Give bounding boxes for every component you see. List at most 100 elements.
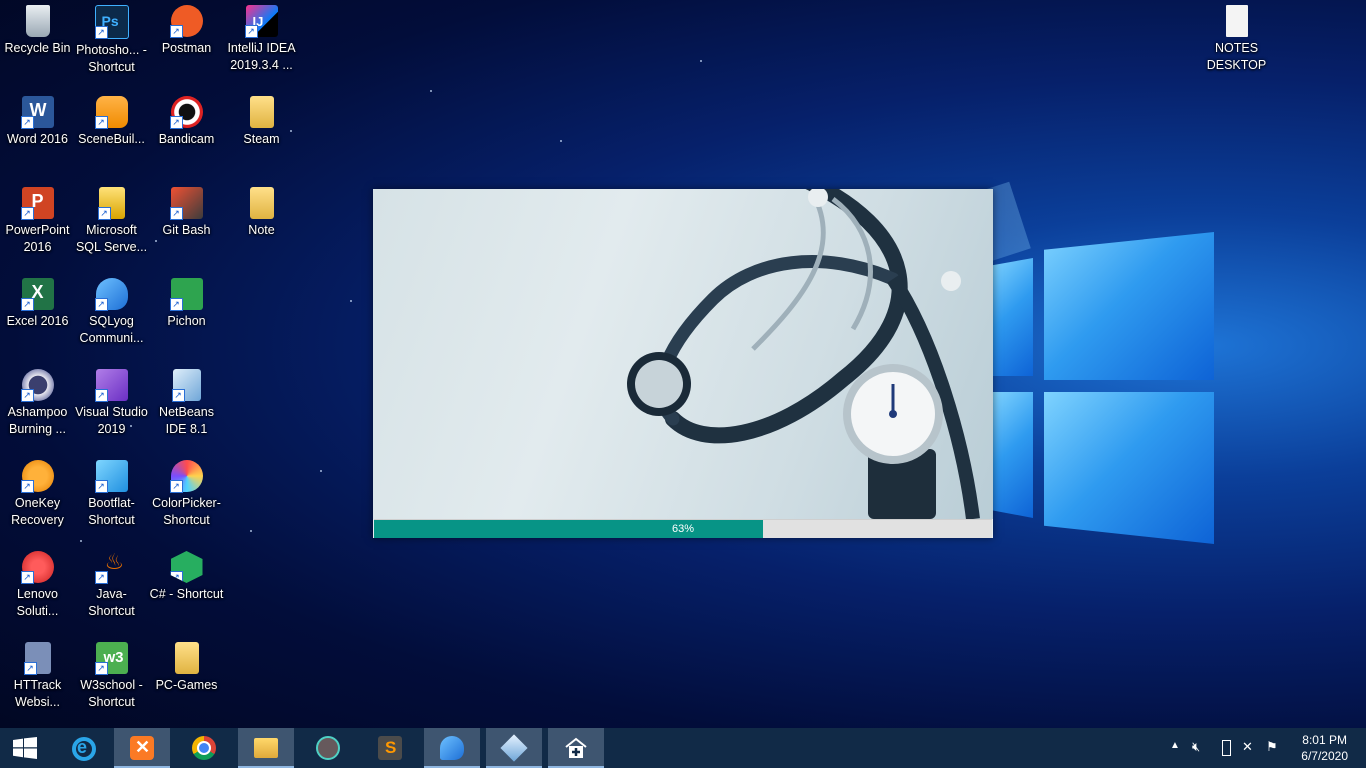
ashampoo-icon: ↗ <box>20 369 54 402</box>
icon-label: W3school - Shortcut <box>80 678 143 709</box>
system-tray: ▲ 🔇︎ ✕ ⚑ <box>1168 728 1288 768</box>
icon-label: Microsoft SQL Serve... <box>75 223 148 254</box>
desktop-icon-sql-server[interactable]: ↗ Microsoft SQL Serve... <box>74 182 149 256</box>
folder-icon <box>249 96 274 128</box>
windows-start-icon <box>13 737 37 759</box>
desktop-icon-netbeans[interactable]: ↗ NetBeans IDE 8.1 <box>149 364 224 438</box>
battery-icon[interactable] <box>1222 740 1231 756</box>
internet-explorer-icon: e <box>72 737 96 761</box>
desktop-icon-steam[interactable]: Steam <box>224 91 299 148</box>
action-center-flag-icon[interactable]: ⚑ <box>1266 739 1278 755</box>
chevron-up-icon[interactable]: ▲ <box>1170 740 1180 751</box>
pichon-icon: ↗ <box>169 278 203 311</box>
csharp-icon: ↗ <box>170 551 203 583</box>
wallpaper-logo-pane <box>1044 392 1214 544</box>
desktop-icon-csharp[interactable]: ↗ C# - Shortcut <box>149 546 224 603</box>
icon-label: ColorPicker- Shortcut <box>152 496 221 527</box>
postman-icon: ↗ <box>169 5 203 38</box>
icon-label: Lenovo Soluti... <box>16 587 59 618</box>
taskbar-file-explorer[interactable] <box>238 728 294 768</box>
sql-server-icon: ↗ <box>97 187 125 220</box>
icon-label: Ashampoo Burning ... <box>7 405 68 436</box>
icon-label: Pichon <box>167 314 206 328</box>
desktop-icon-git-bash[interactable]: ↗ Git Bash <box>149 182 224 239</box>
start-button[interactable] <box>0 728 50 768</box>
volume-muted-icon[interactable]: 🔇︎ <box>1192 739 1200 755</box>
icon-label: Bandicam <box>158 132 215 146</box>
desktop-icon-bandicam[interactable]: ↗ Bandicam <box>149 91 224 148</box>
taskbar-virtualbox[interactable] <box>486 728 542 768</box>
desktop-icon-recycle-bin[interactable]: Recycle Bin <box>0 0 75 57</box>
icon-label: SceneBuil... <box>78 132 145 146</box>
desktop-icon-w3school[interactable]: w3 ↗ W3school - Shortcut <box>74 637 149 711</box>
taskbar-internet-explorer[interactable]: e <box>54 728 110 768</box>
recycle-bin-icon <box>25 5 50 37</box>
taskbar-xampp[interactable]: ✕ <box>114 728 170 768</box>
icon-label: Bootflat- Shortcut <box>88 496 135 527</box>
network-disconnected-icon[interactable]: ✕ <box>1242 739 1253 755</box>
desktop-icon-notes-desktop[interactable]: NOTES DESKTOP <box>1199 0 1274 74</box>
desktop-icon-visual-studio[interactable]: ↗ Visual Studio 2019 <box>74 364 149 438</box>
powerpoint-icon: P ↗ <box>20 187 54 220</box>
desktop-icon-onekey[interactable]: ↗ OneKey Recovery <box>0 455 75 529</box>
icon-label: SQLyog Communi... <box>79 314 144 345</box>
icon-label: Git Bash <box>162 223 211 237</box>
desktop-icon-colorpicker[interactable]: ↗ ColorPicker- Shortcut <box>149 455 224 529</box>
desktop: Recycle Bin W ↗ Word 2016 P ↗ PowerPoint 2… <box>0 0 1366 728</box>
icon-label: PowerPoint 2016 <box>5 223 70 254</box>
icon-label: Java- Shortcut <box>88 587 135 618</box>
clock-time: 8:01 PM <box>1302 733 1347 747</box>
desktop-icon-pc-games[interactable]: PC-Games <box>149 637 224 694</box>
desktop-icon-photoshop[interactable]: Ps ↗ Photosho... - Shortcut <box>74 0 149 76</box>
taskbar: e ✕ S ▲ 🔇︎ ✕ ⚑ 8:01 PM 6/7/2020 <box>0 728 1366 768</box>
colorpicker-icon: ↗ <box>169 460 203 493</box>
xampp-icon: ✕ <box>130 736 154 760</box>
icon-label: Steam <box>243 132 280 146</box>
sublime-text-icon: S <box>378 736 402 760</box>
desktop-icon-note[interactable]: Note <box>224 182 299 239</box>
httrack-icon: ↗ <box>23 642 51 675</box>
taskbar-sqlyog[interactable] <box>424 728 480 768</box>
virtualbox-icon <box>500 734 528 762</box>
scenebuilder-icon: ↗ <box>94 96 128 129</box>
chrome-icon <box>192 736 216 760</box>
sqlyog-icon <box>440 736 464 760</box>
icon-label: Visual Studio 2019 <box>75 405 148 436</box>
progress-percent-label: 63% <box>671 523 695 535</box>
intellij-icon: IJ ↗ <box>244 5 278 38</box>
wallpaper-logo-pane <box>1044 232 1214 380</box>
desktop-icon-httrack[interactable]: ↗ HTTrack Websi... <box>0 637 75 711</box>
netbeans-icon: ↗ <box>171 369 201 402</box>
desktop-icon-word[interactable]: W ↗ Word 2016 <box>0 91 75 148</box>
text-file-icon <box>1225 5 1248 37</box>
bootflat-icon: ↗ <box>94 460 128 493</box>
w3school-icon: w3 ↗ <box>94 642 128 675</box>
splash-window: 63% <box>373 189 993 538</box>
desktop-icon-intellij[interactable]: IJ ↗ IntelliJ IDEA 2019.3.4 ... <box>224 0 299 74</box>
desktop-icon-pichon[interactable]: ↗ Pichon <box>149 273 224 330</box>
icon-label: HTTrack Websi... <box>13 678 62 709</box>
excel-icon: X ↗ <box>20 278 54 311</box>
onekey-icon: ↗ <box>20 460 54 493</box>
taskbar-sublime-text[interactable]: S <box>362 728 418 768</box>
taskbar-atom[interactable] <box>300 728 356 768</box>
photoshop-icon: Ps ↗ <box>94 5 129 39</box>
sqlyog-icon: ↗ <box>94 278 128 311</box>
desktop-icon-excel[interactable]: X ↗ Excel 2016 <box>0 273 75 330</box>
desktop-icon-sqlyog[interactable]: ↗ SQLyog Communi... <box>74 273 149 347</box>
icon-label: Word 2016 <box>7 132 68 146</box>
desktop-icon-powerpoint[interactable]: P ↗ PowerPoint 2016 <box>0 182 75 256</box>
desktop-icon-ashampoo[interactable]: ↗ Ashampoo Burning ... <box>0 364 75 438</box>
icon-label: Photosho... - Shortcut <box>76 43 147 74</box>
visual-studio-icon: ↗ <box>94 369 128 402</box>
taskbar-medical-app[interactable] <box>548 728 604 768</box>
desktop-icon-bootflat[interactable]: ↗ Bootflat- Shortcut <box>74 455 149 529</box>
icon-label: C# - Shortcut <box>149 587 224 601</box>
desktop-icon-java[interactable]: ♨ ↗ Java- Shortcut <box>74 546 149 620</box>
icon-label: IntelliJ IDEA 2019.3.4 ... <box>227 41 296 72</box>
taskbar-clock[interactable]: 8:01 PM 6/7/2020 <box>1301 732 1348 764</box>
taskbar-chrome[interactable] <box>176 728 232 768</box>
desktop-icon-lenovo[interactable]: ↗ Lenovo Soluti... <box>0 546 75 620</box>
desktop-icon-postman[interactable]: ↗ Postman <box>149 0 224 57</box>
desktop-icon-scenebuilder[interactable]: ↗ SceneBuil... <box>74 91 149 148</box>
